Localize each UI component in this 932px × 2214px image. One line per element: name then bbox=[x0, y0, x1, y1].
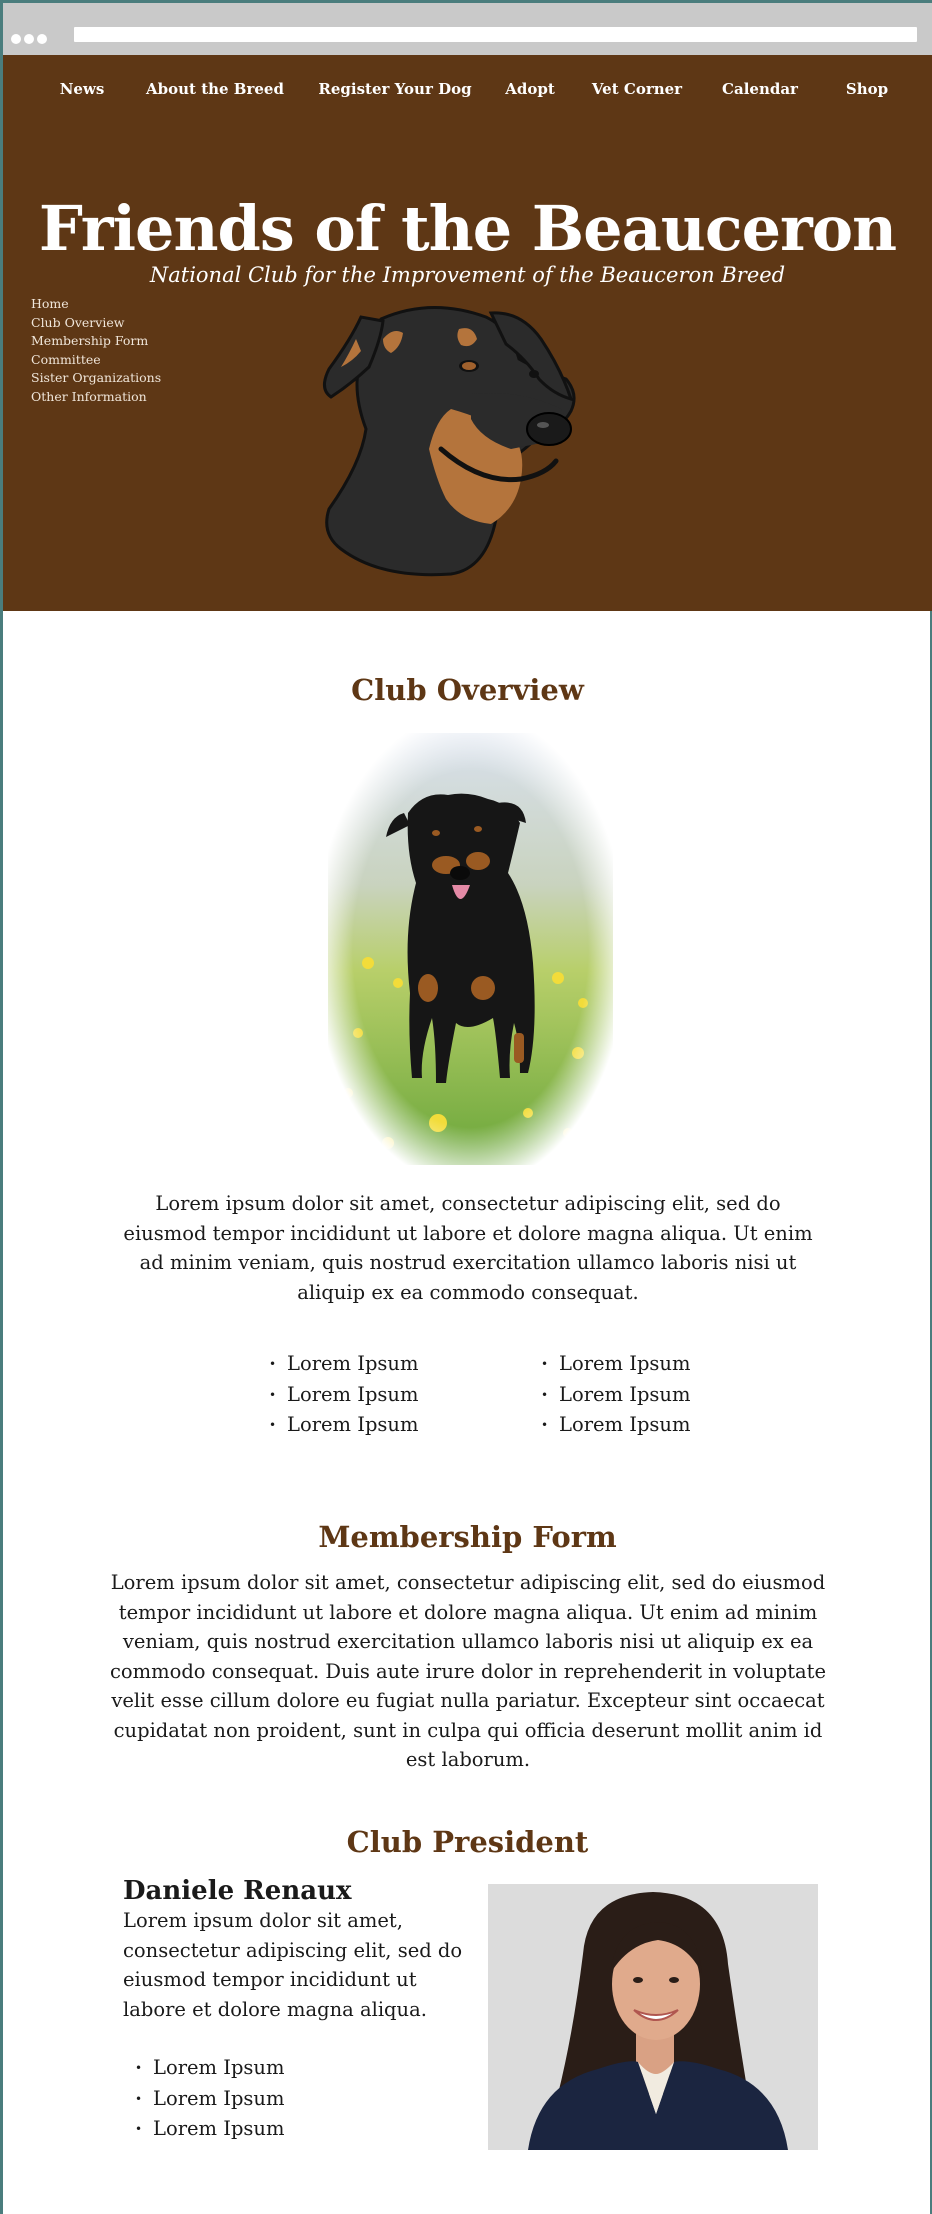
nav-link-calendar[interactable]: Calendar bbox=[722, 80, 798, 98]
president-bio: Lorem ipsum dolor sit amet, consectetur … bbox=[123, 1909, 463, 2021]
beauceron-logo bbox=[323, 305, 576, 577]
top-navigation: News About the Breed Register Your Dog A… bbox=[3, 80, 932, 104]
list-item: Lorem Ipsum bbox=[269, 1349, 418, 1380]
site-title: Friends of the Beauceron bbox=[38, 192, 897, 265]
window-dot-icon[interactable] bbox=[11, 34, 21, 44]
nav-link-adopt[interactable]: Adopt bbox=[505, 80, 555, 98]
nav-link-news[interactable]: News bbox=[60, 80, 105, 98]
president-name: Daniele Renaux bbox=[123, 1876, 352, 1906]
president-photo bbox=[488, 1884, 818, 2150]
overview-paragraph: Lorem ipsum dolor sit amet, consectetur … bbox=[123, 1192, 813, 1304]
side-link-club-overview[interactable]: Club Overview bbox=[31, 314, 161, 333]
window-dot-icon[interactable] bbox=[37, 34, 47, 44]
site-header: News About the Breed Register Your Dog A… bbox=[3, 55, 932, 611]
list-item: Lorem Ipsum bbox=[269, 1380, 418, 1411]
list-item: Lorem Ipsum bbox=[135, 2084, 284, 2115]
side-link-sister-organizations[interactable]: Sister Organizations bbox=[31, 369, 161, 388]
nav-link-about-the-breed[interactable]: About the Breed bbox=[146, 80, 284, 98]
nav-link-shop[interactable]: Shop bbox=[846, 80, 888, 98]
section-heading-club-president: Club President bbox=[346, 1825, 589, 1859]
side-link-home[interactable]: Home bbox=[31, 295, 161, 314]
address-bar[interactable] bbox=[74, 27, 917, 42]
nav-link-register-your-dog[interactable]: Register Your Dog bbox=[318, 80, 471, 98]
membership-paragraph: Lorem ipsum dolor sit amet, consectetur … bbox=[109, 1571, 827, 1771]
list-item: Lorem Ipsum bbox=[135, 2114, 284, 2145]
section-heading-club-overview: Club Overview bbox=[351, 673, 584, 707]
section-heading-membership-form: Membership Form bbox=[318, 1520, 617, 1554]
site-subtitle: National Club for the Improvement of the… bbox=[149, 263, 786, 287]
overview-list-left: Lorem Ipsum Lorem Ipsum Lorem Ipsum bbox=[269, 1349, 418, 1441]
list-item: Lorem Ipsum bbox=[135, 2053, 284, 2084]
side-link-membership-form[interactable]: Membership Form bbox=[31, 332, 161, 351]
window-dot-icon[interactable] bbox=[24, 34, 34, 44]
side-navigation: Home Club Overview Membership Form Commi… bbox=[31, 295, 161, 407]
president-list: Lorem Ipsum Lorem Ipsum Lorem Ipsum bbox=[135, 2053, 284, 2145]
browser-chrome bbox=[3, 3, 932, 55]
window-controls bbox=[11, 29, 50, 48]
list-item: Lorem Ipsum bbox=[541, 1380, 690, 1411]
side-link-other-information[interactable]: Other Information bbox=[31, 388, 161, 407]
beauceron-photo bbox=[328, 733, 613, 1165]
overview-list-right: Lorem Ipsum Lorem Ipsum Lorem Ipsum bbox=[541, 1349, 690, 1441]
list-item: Lorem Ipsum bbox=[269, 1410, 418, 1441]
side-link-committee[interactable]: Committee bbox=[31, 351, 161, 370]
list-item: Lorem Ipsum bbox=[541, 1410, 690, 1441]
list-item: Lorem Ipsum bbox=[541, 1349, 690, 1380]
nav-link-vet-corner[interactable]: Vet Corner bbox=[592, 80, 682, 98]
